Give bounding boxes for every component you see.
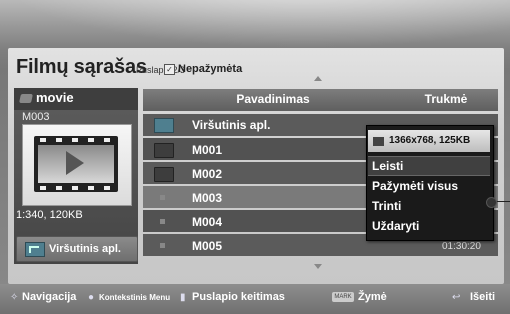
list-item-name: M005 — [192, 239, 223, 253]
footer-mark: Žymė — [358, 291, 387, 303]
footer-context-menu: Kontekstinis Menu — [99, 293, 171, 302]
menu-item-play[interactable]: Leisti — [368, 156, 490, 176]
page-change-icon: ▮ — [180, 292, 186, 303]
file-icon — [160, 219, 165, 224]
menu-item-label: Leisti — [372, 159, 404, 173]
menu-item-select-all[interactable]: Pažymėti visus — [368, 177, 490, 195]
folder-icon — [154, 167, 174, 182]
column-duration-header: Trukmė — [424, 92, 468, 106]
menu-item-close[interactable]: Uždaryti — [368, 217, 490, 235]
media-browser-screen: Filmų sąrašas Puslapis 2/3 ✓ Nepažymėta … — [0, 0, 510, 314]
unselected-label: Nepažymėta — [178, 63, 243, 75]
up-folder-button[interactable]: Viršutinis apl. — [16, 236, 138, 262]
menu-item-delete[interactable]: Trinti — [368, 197, 490, 215]
menu-item-label: Trinti — [372, 199, 402, 213]
top-gloss — [0, 0, 510, 48]
callout-dot — [486, 197, 497, 208]
menu-item-label: Pažymėti visus — [372, 179, 459, 193]
preview-header — [14, 88, 138, 110]
play-icon — [66, 151, 84, 175]
folder-up-icon — [154, 118, 174, 133]
list-item-duration: 01:30:20 — [442, 241, 481, 252]
list-item-name: M003 — [192, 191, 223, 205]
folder-icon — [154, 143, 174, 158]
footer-page-change: Puslapio keitimas — [192, 291, 285, 303]
unselected-checkbox[interactable]: ✓ — [164, 64, 175, 75]
selected-file-name: M003 — [22, 111, 50, 123]
column-name-header: Pavadinimas — [236, 92, 310, 106]
list-item-name: Viršutinis apl. — [192, 118, 271, 132]
list-item-name: M004 — [192, 215, 223, 229]
file-info: 1:340, 120KB — [16, 209, 83, 221]
footer-exit: Išeiti — [470, 291, 496, 303]
menu-item-label: Uždaryti — [372, 219, 420, 233]
context-menu-button-icon: ● — [88, 292, 95, 303]
context-menu-file-info: 1366x768, 125KB — [389, 135, 471, 146]
file-info-icon — [373, 137, 384, 146]
file-icon — [160, 195, 165, 200]
list-item-name: M001 — [192, 143, 223, 157]
movie-icon — [19, 94, 33, 103]
scroll-down-arrow-icon[interactable] — [314, 264, 322, 269]
exit-icon: ↩ — [452, 292, 461, 303]
file-icon — [160, 243, 165, 248]
footer-navigation: Navigacija — [22, 291, 77, 303]
navigation-arrows-icon: ✧ — [10, 292, 19, 303]
media-type-label: movie — [36, 90, 74, 105]
mark-key-icon: MARK — [332, 292, 354, 302]
up-folder-label: Viršutinis apl. — [49, 243, 121, 255]
film-strip-icon — [34, 136, 118, 192]
scroll-up-arrow-icon[interactable] — [314, 76, 322, 81]
list-item-name: M002 — [192, 167, 223, 181]
page-title: Filmų sąrašas — [16, 56, 147, 78]
folder-up-icon — [25, 242, 45, 257]
